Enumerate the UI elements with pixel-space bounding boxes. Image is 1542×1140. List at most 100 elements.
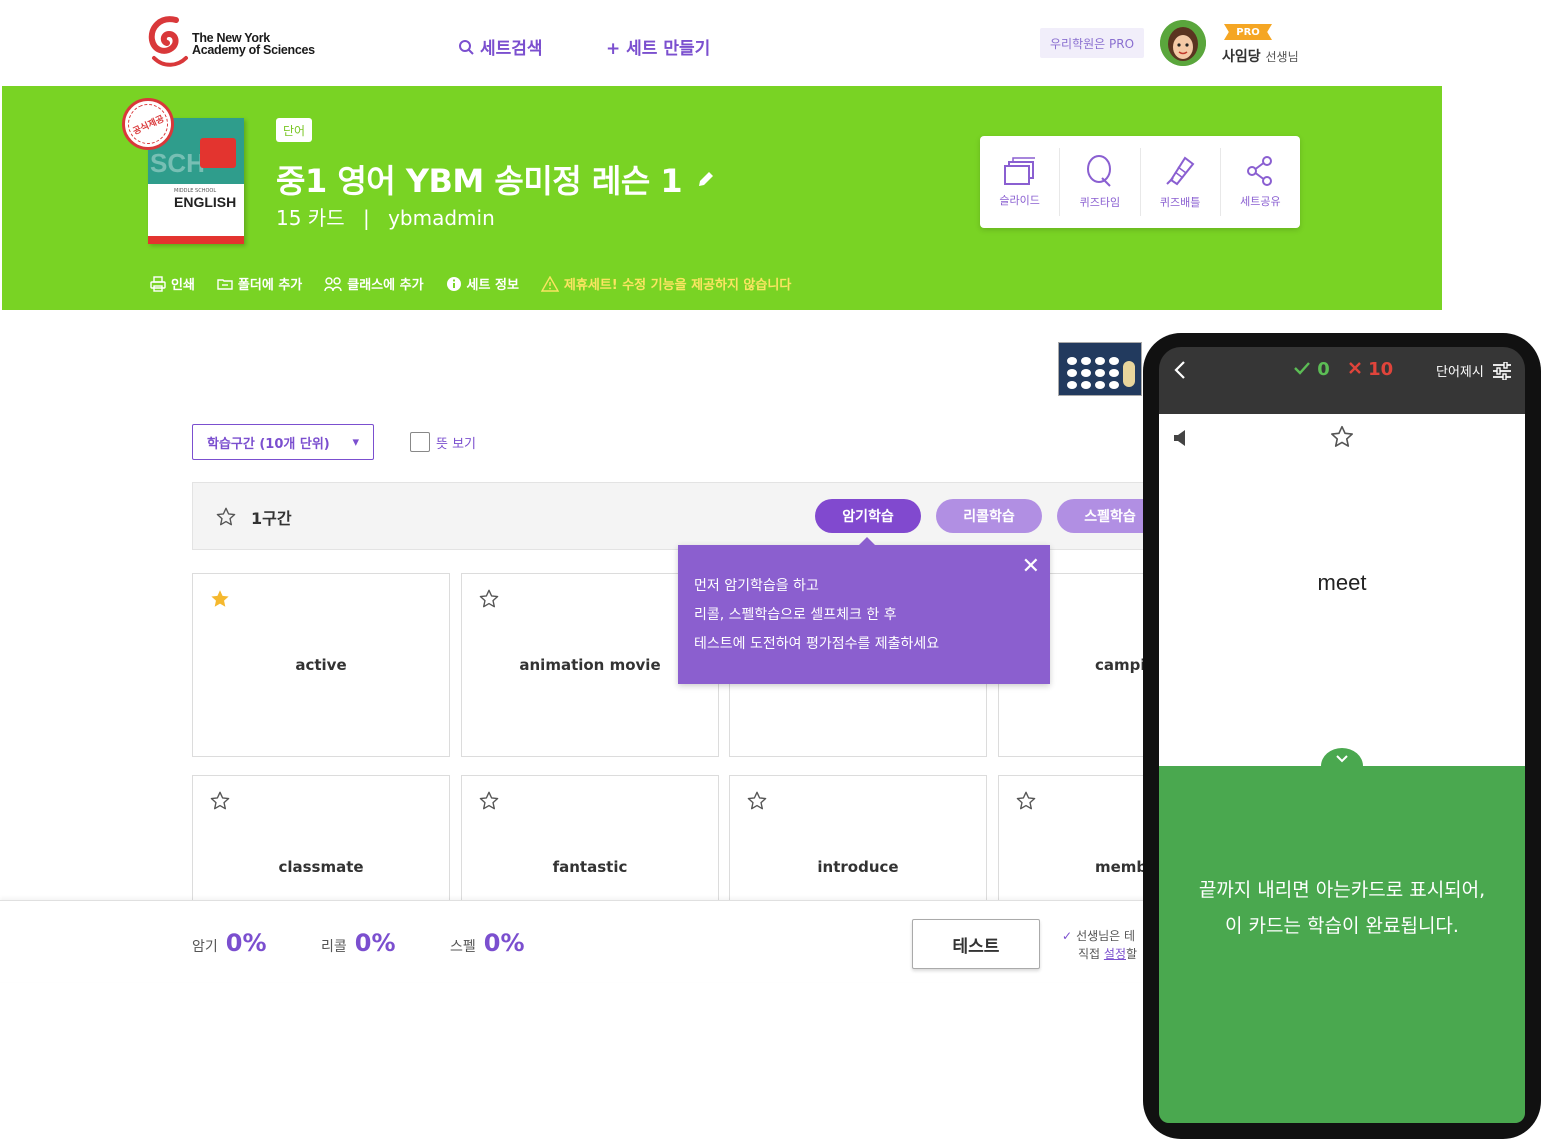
- correct-count: 0: [1293, 359, 1330, 380]
- star-outline-icon[interactable]: [209, 790, 231, 812]
- nav-search-label: 세트검색: [480, 39, 543, 59]
- logo[interactable]: The New York Academy of Sciences: [146, 14, 336, 72]
- note-line2-b: 할: [1126, 947, 1138, 961]
- sliders-icon: [1492, 361, 1511, 380]
- search-icon: [459, 39, 474, 55]
- word-card-text: active: [295, 656, 347, 674]
- promo-thumbnail[interactable]: [1058, 342, 1142, 396]
- known-swipe-area[interactable]: 끝까지 내리면 아는카드로 표시되어, 이 카드는 학습이 완료됩니다.: [1159, 748, 1525, 1123]
- academy-pro-pill[interactable]: 우리학원은 PRO: [1040, 28, 1145, 58]
- share-icon: [1247, 156, 1273, 186]
- class-users-icon: [324, 276, 342, 291]
- memorize-label: 암기: [192, 939, 218, 955]
- set-info-label: 세트 정보: [466, 278, 519, 293]
- promo-figure: [1123, 361, 1135, 387]
- promo-dot: [1081, 369, 1091, 377]
- back-chevron-icon[interactable]: [1173, 359, 1187, 387]
- promo-dot: [1067, 357, 1077, 365]
- tooltip-line: 먼저 암기학습을 하고: [694, 578, 819, 594]
- add-to-folder-button[interactable]: 폴더에 추가: [217, 274, 302, 293]
- word-card-text: introduce: [817, 858, 899, 876]
- edit-pencil-icon[interactable]: [696, 169, 716, 189]
- star-outline-icon[interactable]: [1015, 790, 1037, 812]
- flashcard-word: meet: [1317, 570, 1367, 595]
- info-icon: [446, 276, 461, 291]
- book-title: ENGLISH: [174, 194, 237, 210]
- word-display-mode-button[interactable]: 단어제시: [1436, 361, 1512, 380]
- star-outline-icon[interactable]: [746, 790, 768, 812]
- recall-label: 리콜: [321, 939, 347, 955]
- spell-label: 스펠: [450, 939, 476, 955]
- star-outline-icon[interactable]: [478, 588, 500, 610]
- checkbox-box[interactable]: [410, 432, 430, 452]
- promo-dot: [1067, 381, 1077, 389]
- set-info-button[interactable]: 세트 정보: [446, 274, 519, 293]
- top-header: The New York Academy of Sciences 세트검색 + …: [0, 0, 1442, 86]
- section-title-text: 1구간: [251, 509, 292, 528]
- note-line1: 선생님은 테: [1076, 929, 1136, 943]
- add-to-folder-label: 폴더에 추가: [237, 278, 303, 293]
- certified-seal: 공식제공: [121, 97, 175, 151]
- study-range-value: 학습구간 (10개 단위): [207, 436, 330, 452]
- promo-dot: [1067, 369, 1077, 377]
- memorize-value: 0%: [225, 929, 267, 957]
- flashcard[interactable]: meet: [1159, 414, 1525, 766]
- book-bus-illustration: [200, 138, 236, 168]
- set-author[interactable]: ybmadmin: [388, 206, 495, 230]
- word-card-text: classmate: [278, 858, 364, 876]
- spell-progress: 스펠 0%: [450, 929, 525, 957]
- show-meaning-checkbox[interactable]: 뜻 보기: [410, 432, 476, 452]
- recall-value: 0%: [354, 929, 396, 957]
- logo-swirl-icon: [148, 16, 188, 67]
- score-display: 0 10: [1293, 359, 1393, 380]
- warning-icon: [540, 275, 559, 292]
- add-to-class-button[interactable]: 클래스에 추가: [324, 274, 424, 293]
- set-type-tag: 단어: [276, 118, 313, 142]
- quiz-battle-button[interactable]: 퀴즈배틀: [1141, 148, 1221, 216]
- wrong-count: 10: [1348, 359, 1393, 380]
- study-guide-tooltip: ✕ 먼저 암기학습을 하고 리콜, 스펠학습으로 셀프체크 한 후 테스트에 도…: [678, 537, 1050, 684]
- logo-text: The New York Academy of Sciences: [192, 32, 315, 57]
- pro-badge: PRO: [1224, 24, 1272, 40]
- wrong-value: 10: [1368, 359, 1394, 380]
- test-button[interactable]: 테스트: [912, 919, 1040, 969]
- star-filled-icon[interactable]: [209, 588, 231, 610]
- study-range-select[interactable]: 학습구간 (10개 단위) ▾: [192, 424, 374, 460]
- speaker-icon[interactable]: [1173, 428, 1191, 448]
- recall-progress: 리콜 0%: [321, 929, 396, 957]
- swipe-hint-line1: 끝까지 내리면 아는카드로 표시되어,: [1198, 879, 1486, 901]
- set-toolbar: 인쇄 폴더에 추가 클래스에 추가 세트 정보 제휴세트! 수정 기능을 제공하…: [150, 274, 791, 293]
- phone-mockup: 0 10 단어제시 meet 끝까지 내리면 아는카드로 표시되어, 이 카드는…: [1143, 333, 1541, 1139]
- check-icon: ✓: [1062, 929, 1073, 943]
- show-meaning-label: 뜻 보기: [436, 436, 477, 452]
- nav-create-set-link[interactable]: + 세트 만들기: [606, 34, 710, 59]
- avatar[interactable]: [1160, 20, 1206, 66]
- folder-add-icon: [217, 278, 233, 290]
- close-icon[interactable]: ✕: [1022, 556, 1040, 578]
- user-name[interactable]: 사임당 선생님: [1222, 46, 1299, 66]
- logo-line2: Academy of Sciences: [192, 43, 315, 57]
- chevron-down-icon[interactable]: [1321, 748, 1363, 784]
- print-button[interactable]: 인쇄: [150, 274, 195, 293]
- star-outline-icon[interactable]: [478, 790, 500, 812]
- book-bg-text: SCH: [150, 148, 205, 178]
- mode-label: 단어제시: [1436, 365, 1484, 380]
- star-outline-icon[interactable]: [1329, 424, 1355, 450]
- partner-set-warning-text: 제휴세트! 수정 기능을 제공하지 않습니다: [563, 278, 792, 293]
- memorize-study-button[interactable]: 암기학습: [815, 499, 921, 533]
- set-title-text: 중1 영어 YBM 송미정 레슨 1: [276, 162, 683, 200]
- page: The New York Academy of Sciences 세트검색 + …: [0, 0, 1542, 1140]
- promo-dot: [1109, 357, 1119, 365]
- promo-dot: [1095, 357, 1105, 365]
- slides-button[interactable]: 슬라이드: [980, 148, 1061, 216]
- note-line2-a: 직접: [1078, 947, 1104, 961]
- memorize-progress: 암기 0%: [192, 929, 267, 957]
- battle-icon: [1166, 156, 1195, 186]
- word-card[interactable]: active: [192, 573, 450, 757]
- quiz-time-button[interactable]: 퀴즈타임: [1060, 148, 1141, 216]
- share-set-button[interactable]: 세트공유: [1221, 148, 1300, 216]
- recall-study-button[interactable]: 리콜학습: [936, 499, 1042, 533]
- star-outline-icon[interactable]: [215, 506, 237, 528]
- nav-search-link[interactable]: 세트검색: [458, 34, 543, 59]
- settings-link[interactable]: 설정: [1104, 947, 1126, 961]
